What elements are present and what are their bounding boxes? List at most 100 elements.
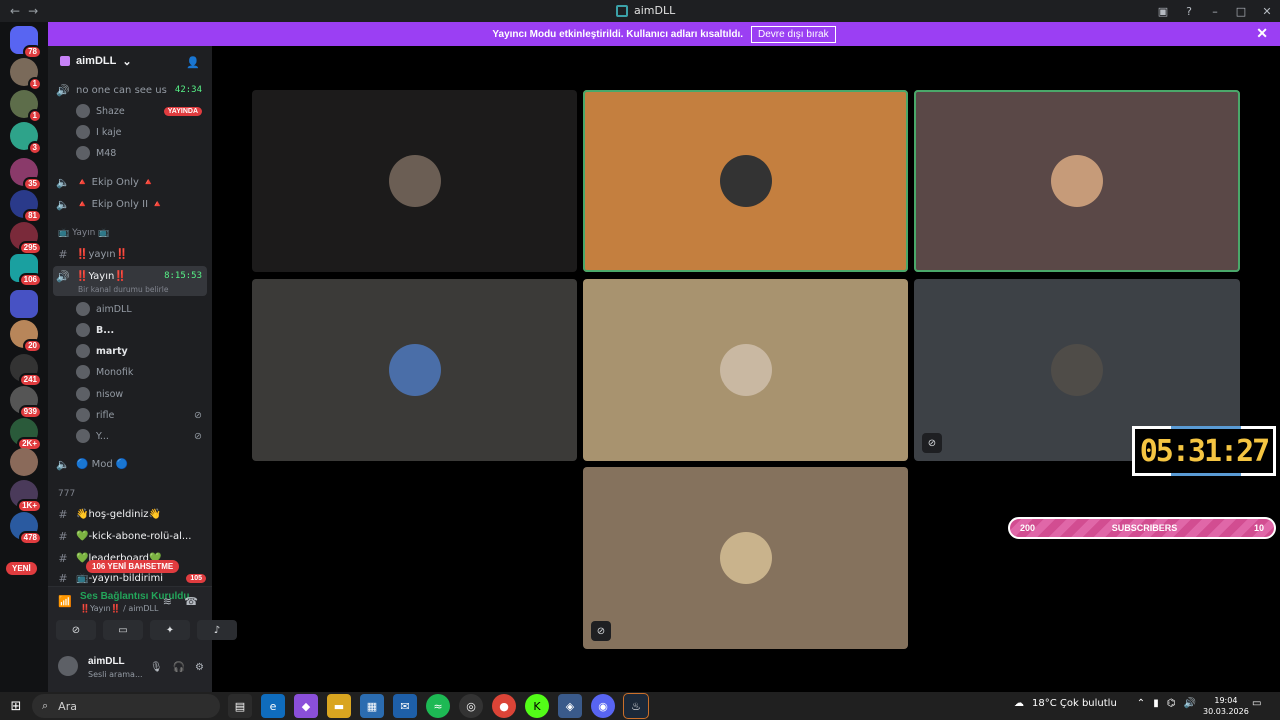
help-icon[interactable]: ? [1176, 5, 1202, 18]
server-icon[interactable]: 2K+ [10, 418, 42, 451]
app-icon[interactable]: ◎ [459, 694, 483, 718]
server-icon[interactable]: 81 [10, 190, 42, 223]
app-icon[interactable]: ◈ [558, 694, 582, 718]
volume-icon[interactable]: 🔊 [1183, 698, 1195, 709]
voice-channel[interactable]: 🔊 ‼️Yayın‼️ 8:15:53 [56, 266, 206, 286]
store-icon[interactable]: ▦ [360, 694, 384, 718]
microphone-icon[interactable]: 🎙 [150, 662, 163, 673]
network-icon[interactable]: ⌬ [1167, 698, 1176, 709]
file-explorer-icon[interactable]: ▬ [327, 694, 351, 718]
new-mentions-pill[interactable]: 106 YENİ BAHSETME [86, 560, 180, 573]
clock[interactable]: 19:04 30.03.2026 [1203, 695, 1249, 717]
video-tile[interactable] [252, 90, 577, 272]
outlook-icon[interactable]: ✉ [393, 694, 417, 718]
voice-channel[interactable]: 🔈 🔵 Mod 🔵 [56, 454, 206, 474]
server-icon[interactable]: 106 [10, 254, 42, 287]
chevron-up-icon[interactable]: ⌃ [1137, 698, 1145, 709]
task-view-icon[interactable]: ▤ [228, 694, 252, 718]
voice-member[interactable]: Y... ⊘ [76, 427, 202, 445]
headphones-icon[interactable]: 🎧 [173, 662, 185, 673]
disable-streamer-mode-button[interactable]: Devre dışı bırak [751, 25, 836, 43]
settings-gear-icon[interactable]: ⚙ [195, 662, 204, 673]
kick-icon[interactable]: K [525, 694, 549, 718]
username[interactable]: aimDLL [88, 656, 125, 667]
server-icon[interactable] [10, 448, 38, 476]
close-icon[interactable]: ✕ [1256, 25, 1268, 42]
avatar[interactable] [58, 656, 78, 676]
disconnect-icon[interactable]: ☎ [184, 595, 198, 608]
new-unreads-pill[interactable]: YENİ [6, 562, 37, 575]
minimize-button[interactable]: – [1202, 5, 1228, 18]
server-icon[interactable]: 1K+ [10, 480, 42, 513]
banner-message: Yayıncı Modu etkinleştirildi. Kullanıcı … [492, 28, 744, 40]
voice-channel[interactable]: 🔊 no one can see us 42:34 [56, 80, 206, 100]
voice-member[interactable]: I kaje [76, 123, 202, 141]
close-button[interactable]: ✕ [1254, 5, 1280, 18]
channel-status-hint[interactable]: Bir kanal durumu belirle [78, 285, 168, 294]
voice-member[interactable]: B... [76, 321, 202, 339]
voice-member[interactable]: Monofik [76, 363, 202, 381]
notification-icon[interactable]: ▭ [1252, 698, 1261, 709]
server-icon[interactable]: 478 [10, 512, 42, 545]
activities-button[interactable]: ✦ [150, 620, 190, 640]
server-icon[interactable]: 35 [10, 158, 42, 191]
voice-member[interactable]: M48 [76, 144, 202, 162]
video-tile[interactable] [252, 279, 577, 461]
voice-status[interactable]: Ses Bağlantısı Kuruldu [80, 591, 189, 602]
taskbar-search[interactable]: ⌕ Ara [32, 694, 220, 718]
maximize-button[interactable]: □ [1228, 5, 1254, 18]
voice-channel[interactable]: 🔈 🔺 Ekip Only II 🔺 [56, 194, 206, 214]
back-arrow-icon[interactable]: ← [10, 4, 20, 18]
hash-icon: # [58, 571, 68, 585]
forward-arrow-icon[interactable]: → [28, 4, 38, 18]
voice-member[interactable]: Shaze YAYINDA [76, 102, 202, 120]
inbox-icon[interactable]: ▣ [1150, 5, 1176, 18]
folder-icon[interactable] [10, 290, 38, 318]
voice-channel[interactable]: 🔈 🔺 Ekip Only 🔺 [56, 172, 206, 192]
muted-deafened-icon: ⊘ [194, 430, 202, 442]
server-icon[interactable]: 3 [10, 122, 42, 155]
avatar [76, 387, 90, 401]
server-icon[interactable]: 939 [10, 386, 42, 419]
server-icon[interactable]: 1 [10, 90, 42, 123]
avatar [76, 302, 90, 316]
video-tile[interactable]: ⊘ [583, 467, 908, 649]
voice-member[interactable]: aimDLL [76, 300, 202, 318]
avatar [388, 155, 441, 207]
invite-people-icon[interactable]: 👤 [186, 56, 200, 69]
screen-share-button[interactable]: ▭ [103, 620, 143, 640]
text-channel[interactable]: # 👋hoş-geldiniz👋 [56, 504, 206, 524]
server-icon[interactable]: 20 [10, 320, 42, 353]
server-icon[interactable]: 1 [10, 58, 42, 91]
user-status: Sesli arama... [88, 670, 143, 679]
voice-member[interactable]: marty [76, 342, 202, 360]
voice-member[interactable]: rifle ⊘ [76, 406, 202, 424]
voice-member[interactable]: nisow [76, 385, 202, 403]
spotify-icon[interactable]: ≈ [426, 694, 450, 718]
steam-icon[interactable]: ♨ [623, 693, 649, 719]
text-channel[interactable]: # ‼️yayın‼️ [56, 244, 206, 264]
camera-toggle-button[interactable]: ⊘ [56, 620, 96, 640]
copilot-icon[interactable]: ◆ [294, 694, 318, 718]
noise-suppression-icon[interactable]: ≋ [163, 595, 172, 608]
chrome-icon[interactable]: ● [492, 694, 516, 718]
category-header[interactable]: 777 [58, 489, 75, 499]
speaker-icon: 🔈 [56, 175, 70, 189]
avatar [388, 344, 441, 396]
soundboard-button[interactable]: ♪ [197, 620, 237, 640]
video-tile[interactable] [583, 90, 908, 272]
battery-icon[interactable]: ▮ [1153, 698, 1159, 709]
chevron-down-icon: ⌄ [122, 55, 132, 68]
server-icon[interactable]: 241 [10, 354, 42, 387]
discord-icon[interactable]: ◉ [591, 694, 615, 718]
dm-home-button[interactable]: 78 [10, 26, 42, 59]
voice-channel-path[interactable]: ‼️Yayın‼️ / aimDLL [80, 604, 158, 613]
video-tile[interactable] [583, 279, 908, 461]
video-tile[interactable] [914, 90, 1240, 272]
server-icon[interactable]: 295 [10, 222, 42, 255]
category-header[interactable]: 📺 Yayın 📺 [58, 228, 109, 238]
text-channel[interactable]: # 💚-kick-abone-rolü-al... [56, 526, 206, 546]
edge-icon[interactable]: e [261, 694, 285, 718]
server-header[interactable]: aimDLL ⌄ 👤 [48, 46, 212, 76]
windows-start-icon[interactable]: ⊞ [0, 699, 32, 714]
